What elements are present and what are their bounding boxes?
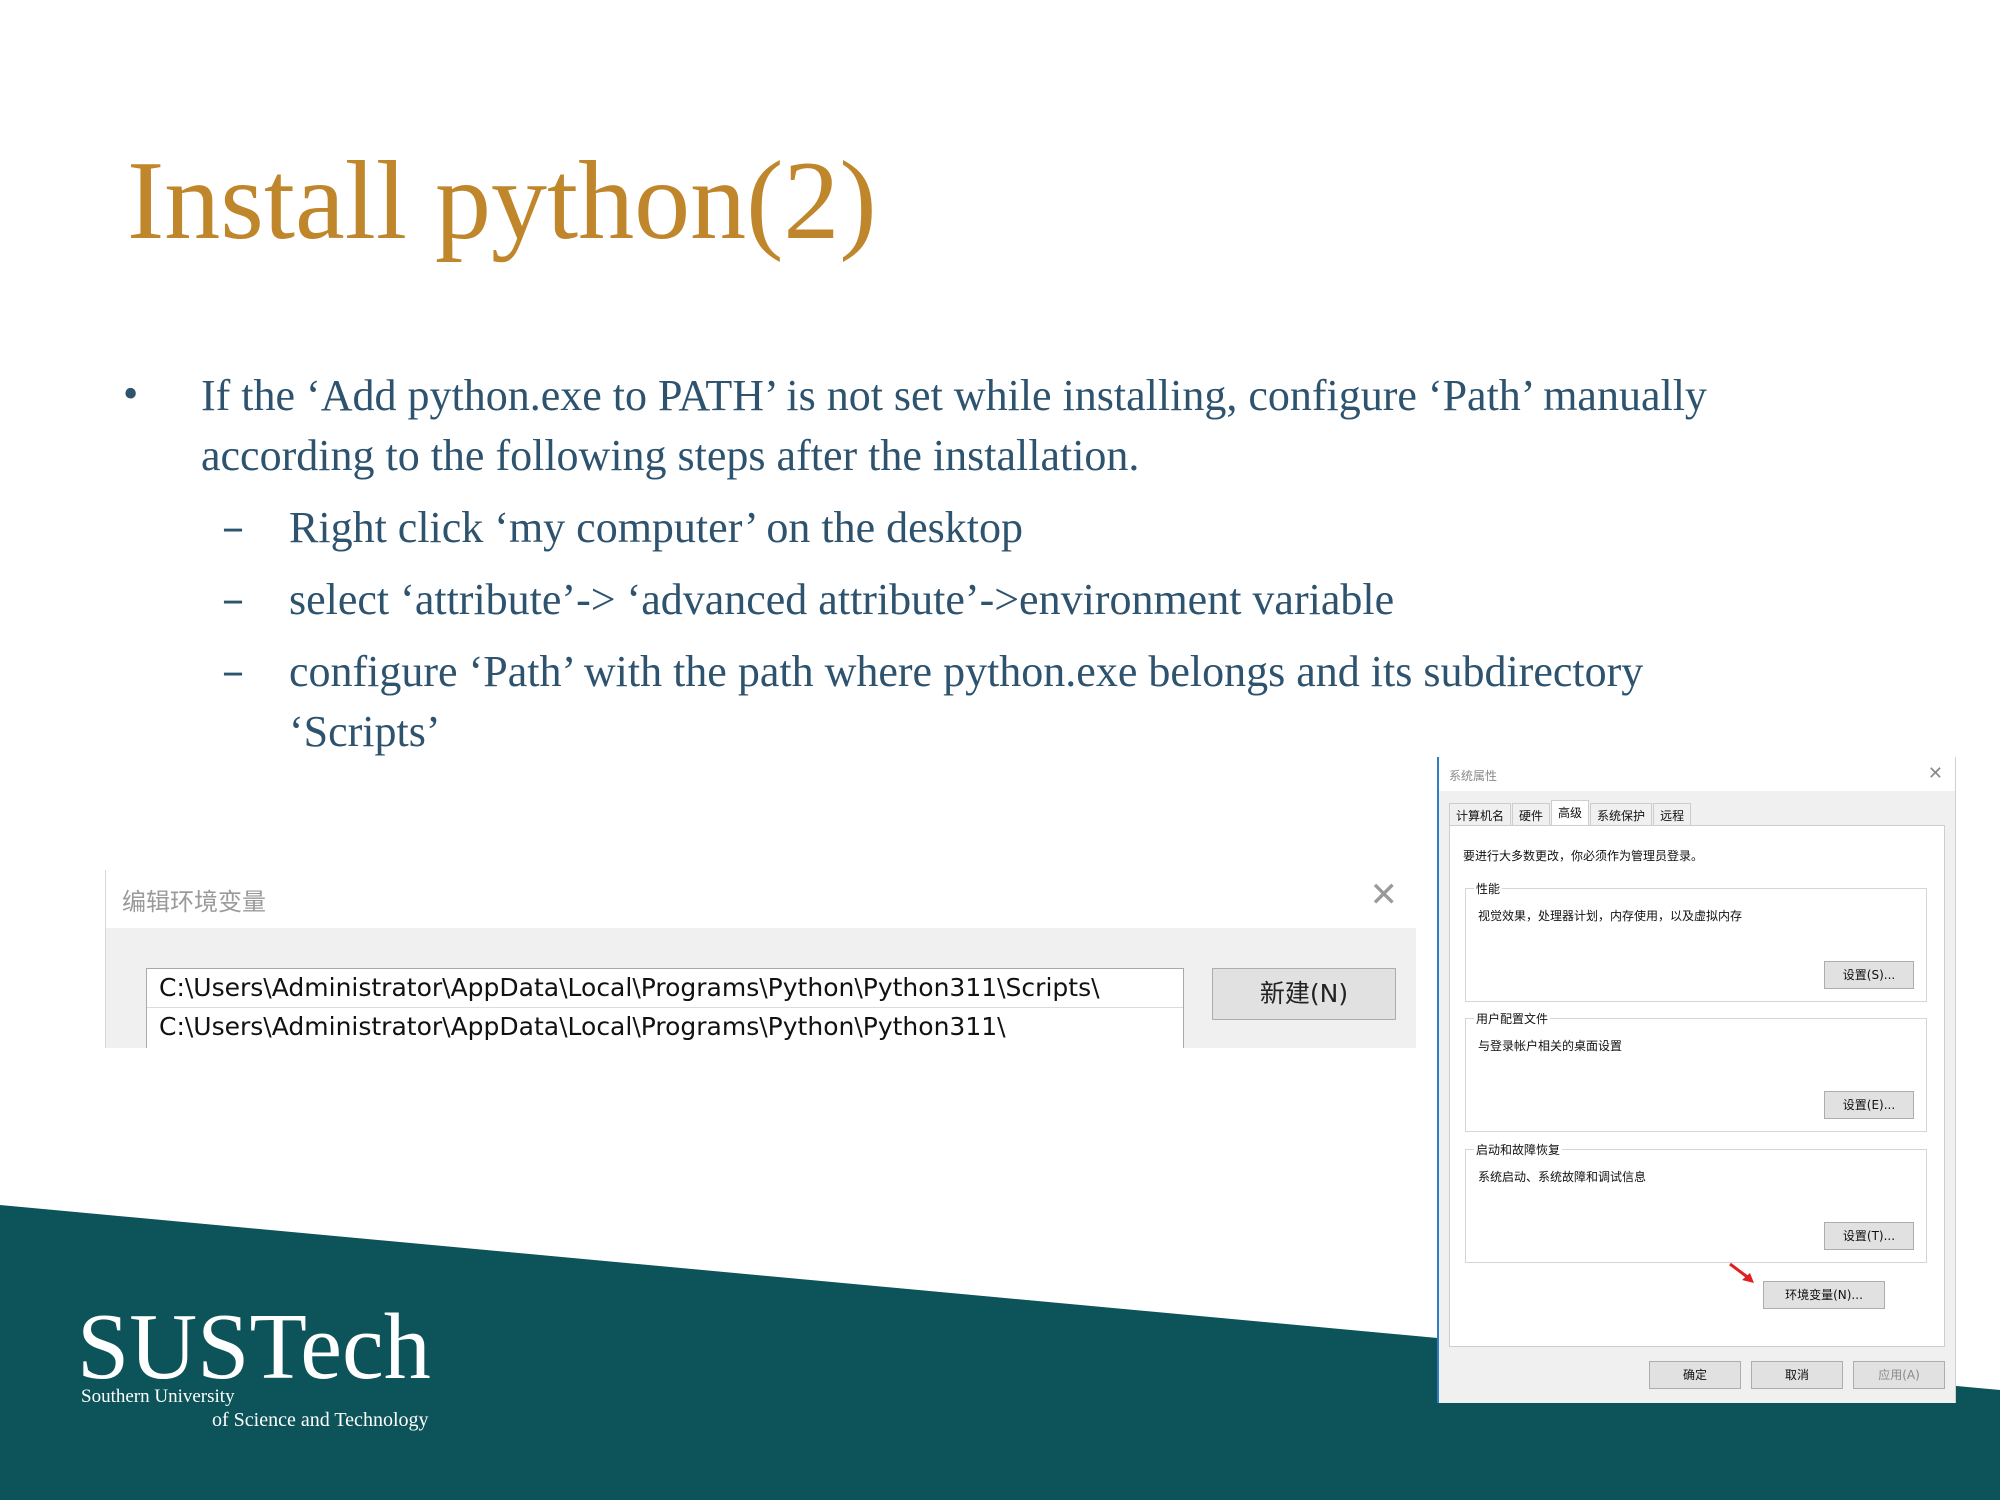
new-button[interactable]: 新建(N) — [1212, 968, 1396, 1020]
sub-bullet-item: – Right click ‘my computer’ on the deskt… — [120, 498, 1780, 558]
apply-button[interactable]: 应用(A) — [1853, 1361, 1945, 1389]
dialog-titlebar: 系统属性 ✕ — [1439, 757, 1955, 791]
logo-subtitle-line1: Southern University — [81, 1386, 235, 1407]
dialog-titlebar: 编辑环境变量 ✕ — [106, 870, 1416, 928]
path-list-item[interactable]: C:\Users\Administrator\AppData\Local\Pro… — [147, 969, 1183, 1008]
group-description: 系统启动、系统故障和调试信息 — [1478, 1170, 1647, 1184]
admin-note: 要进行大多数更改，你必须作为管理员登录。 — [1463, 849, 1704, 863]
group-label: 启动和故障恢复 — [1474, 1141, 1563, 1158]
sub-bullet-dash: – — [222, 502, 244, 553]
group-description: 与登录帐户相关的桌面设置 — [1478, 1039, 1623, 1053]
edit-env-var-dialog: 编辑环境变量 ✕ C:\Users\Administrator\AppData\… — [105, 870, 1416, 1048]
user-profiles-settings-button[interactable]: 设置(E)... — [1824, 1091, 1914, 1119]
cancel-button[interactable]: 取消 — [1751, 1361, 1843, 1389]
environment-variables-button[interactable]: 环境变量(N)... — [1763, 1281, 1885, 1309]
sub-bullet-item: – configure ‘Path’ with the path where p… — [120, 642, 1780, 762]
group-label: 性能 — [1474, 880, 1503, 897]
bullet-dot: • — [120, 375, 142, 416]
close-icon[interactable]: ✕ — [1928, 763, 1943, 784]
sub-bullet-text: Right click ‘my computer’ on the desktop — [289, 503, 1023, 552]
bullet-list: • If the ‘Add python.exe to PATH’ is not… — [120, 366, 1780, 762]
slide-title: Install python(2) — [127, 139, 877, 263]
tab-computer-name[interactable]: 计算机名 — [1449, 803, 1512, 826]
startup-recovery-group: 启动和故障恢复 系统启动、系统故障和调试信息 设置(T)... — [1465, 1141, 1927, 1263]
system-properties-dialog: 系统属性 ✕ 计算机名 硬件 高级 系统保护 远程 要进行大多数更改，你必须作为… — [1437, 757, 1956, 1403]
tab-remote[interactable]: 远程 — [1653, 803, 1692, 826]
logo-wordmark: SUSTech — [77, 1295, 431, 1399]
ok-button[interactable]: 确定 — [1649, 1361, 1741, 1389]
arrow-icon — [1729, 1262, 1754, 1283]
path-list-item[interactable]: C:\Users\Administrator\AppData\Local\Pro… — [147, 1008, 1183, 1046]
sub-bullet-dash: – — [222, 574, 244, 625]
tab-advanced[interactable]: 高级 — [1551, 800, 1590, 827]
tab-system-protection[interactable]: 系统保护 — [1590, 803, 1653, 826]
sub-bullet-item: – select ‘attribute’-> ‘advanced attribu… — [120, 570, 1780, 630]
sub-bullet-text: configure ‘Path’ with the path where pyt… — [289, 647, 1644, 756]
close-icon[interactable]: ✕ — [1370, 878, 1399, 912]
dialog-title: 编辑环境变量 — [122, 888, 266, 916]
tab-bar: 计算机名 硬件 高级 系统保护 远程 — [1449, 800, 1692, 827]
path-list[interactable]: C:\Users\Administrator\AppData\Local\Pro… — [146, 968, 1184, 1048]
startup-recovery-settings-button[interactable]: 设置(T)... — [1824, 1222, 1914, 1250]
sub-bullet-dash: – — [222, 646, 244, 697]
tab-hardware[interactable]: 硬件 — [1512, 803, 1551, 826]
sub-bullet-text: select ‘attribute’-> ‘advanced attribute… — [289, 575, 1395, 624]
bullet-item: • If the ‘Add python.exe to PATH’ is not… — [120, 366, 1780, 486]
performance-group: 性能 视觉效果，处理器计划，内存使用，以及虚拟内存 设置(S)... — [1465, 880, 1927, 1002]
slide: Install python(2) • If the ‘Add python.e… — [0, 0, 2000, 1500]
bullet-text: If the ‘Add python.exe to PATH’ is not s… — [201, 371, 1707, 480]
performance-settings-button[interactable]: 设置(S)... — [1824, 961, 1914, 989]
group-description: 视觉效果，处理器计划，内存使用，以及虚拟内存 — [1478, 909, 1743, 923]
group-label: 用户配置文件 — [1474, 1010, 1551, 1027]
logo-subtitle-line2: of Science and Technology — [212, 1409, 429, 1431]
dialog-title: 系统属性 — [1449, 769, 1498, 783]
user-profiles-group: 用户配置文件 与登录帐户相关的桌面设置 设置(E)... — [1465, 1010, 1927, 1132]
